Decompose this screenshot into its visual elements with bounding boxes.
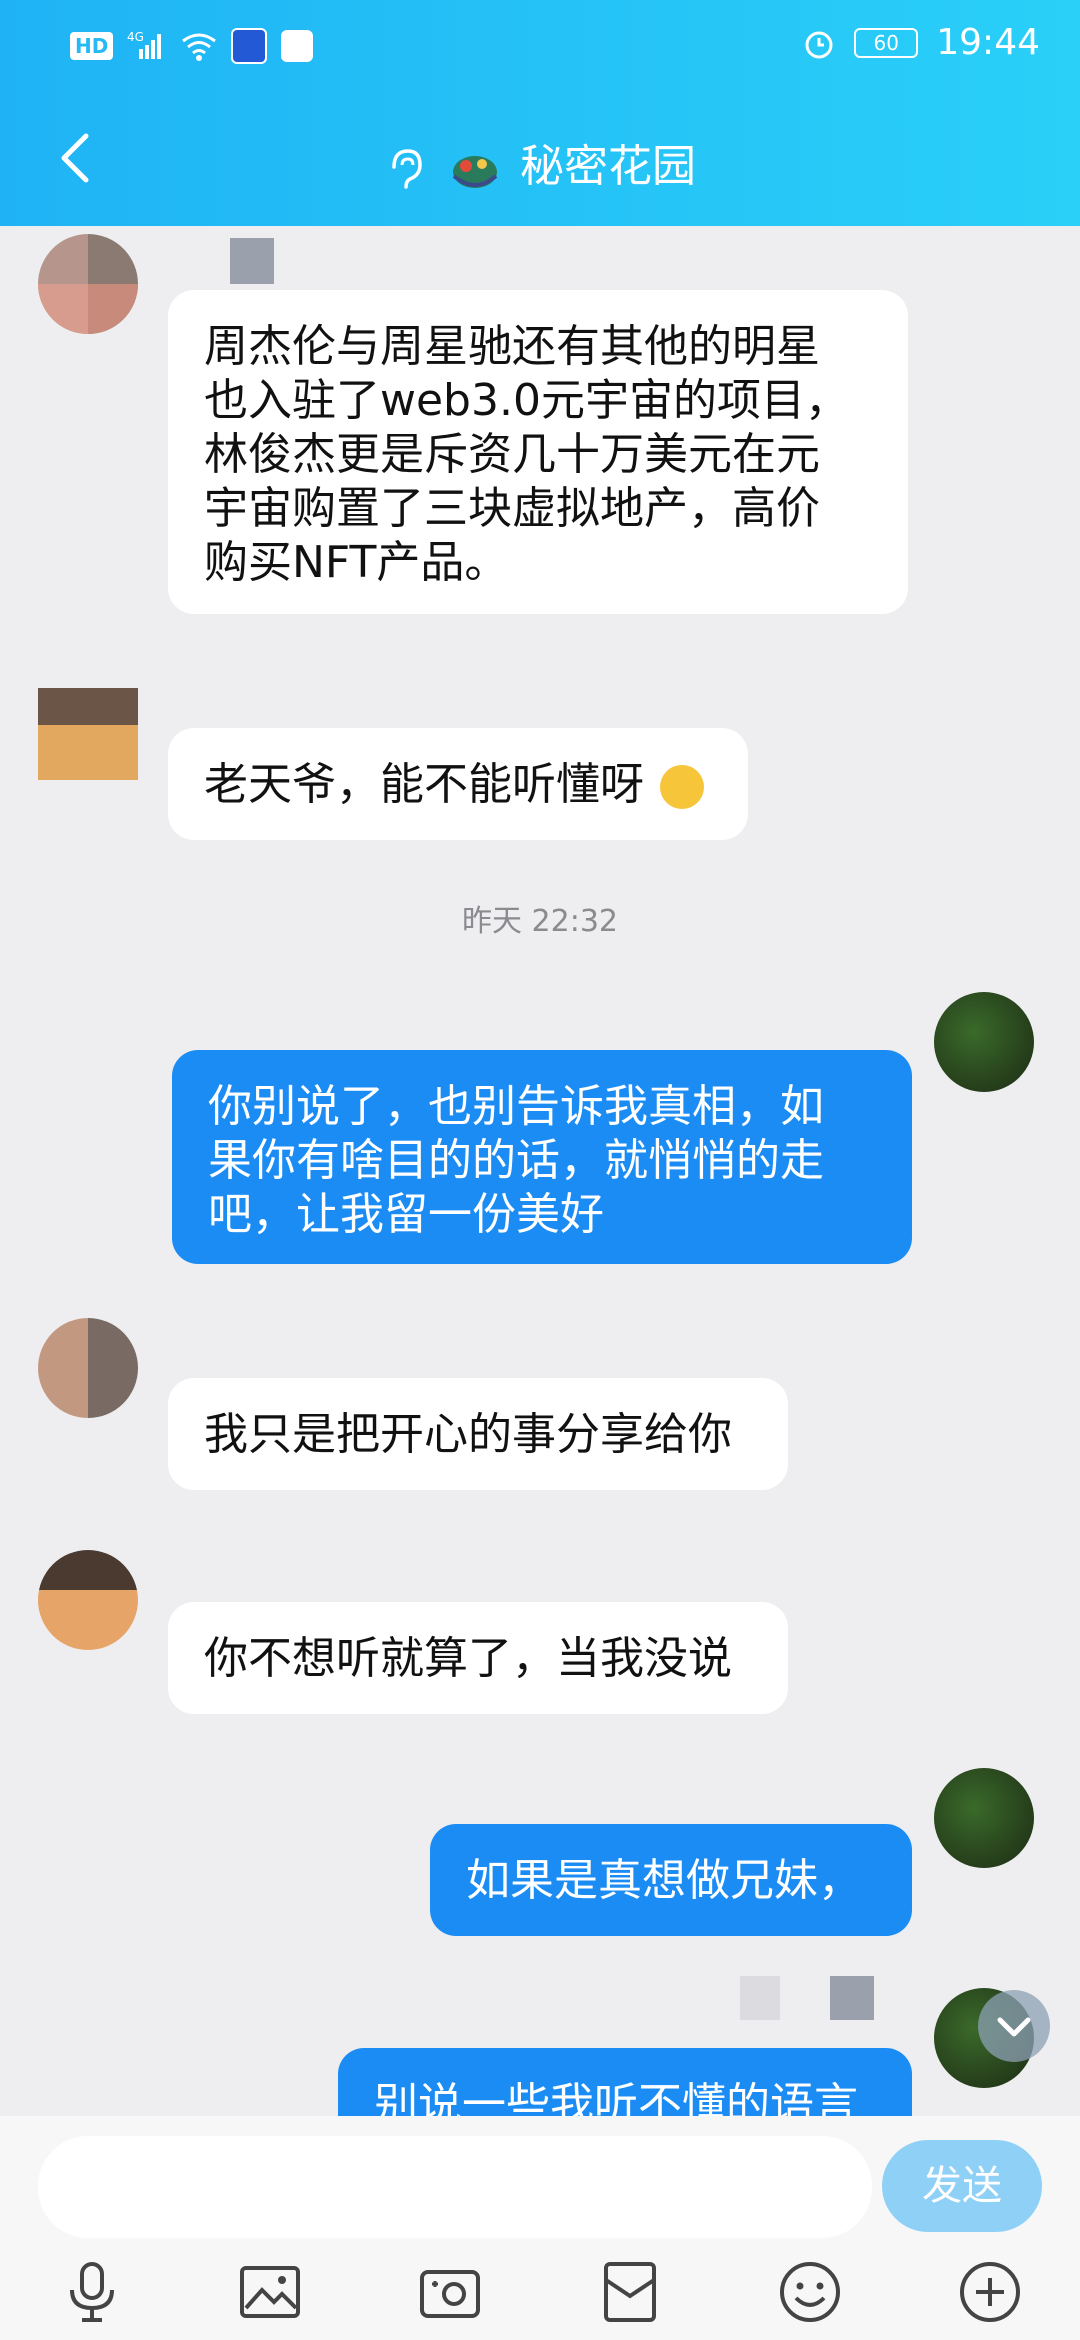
scroll-down-button[interactable] (978, 1990, 1050, 2062)
signal-icon: 4G (127, 30, 167, 61)
plus-icon[interactable] (958, 2260, 1022, 2324)
bulb-app-icon (231, 28, 268, 64)
emoji-icon[interactable] (778, 2260, 842, 2324)
avatar[interactable] (38, 1550, 138, 1650)
title-bar: 秘密花园 (0, 100, 1080, 220)
sender-nickname (740, 1976, 780, 2020)
sender-nickname (230, 238, 274, 284)
avatar[interactable] (38, 1318, 138, 1418)
message-line: 周杰伦与周星驰还有其他的明星 (204, 321, 820, 372)
ear-icon (384, 147, 424, 191)
send-button[interactable]: 发送 (882, 2140, 1042, 2232)
microphone-icon[interactable] (60, 2260, 124, 2324)
message-line: 购买NFT产品。 (204, 537, 509, 588)
my-message-bubble[interactable]: 如果是真想做兄妹， (430, 1824, 912, 1936)
timestamp-separator: 昨天 22:32 (462, 904, 618, 939)
wifi-icon (181, 31, 217, 61)
message-text: 老天爷，能不能听懂呀 (204, 759, 644, 810)
leaf-app-icon (281, 30, 314, 62)
status-left: HD 4G (70, 28, 314, 64)
avatar[interactable] (38, 234, 138, 334)
toolbar (0, 2250, 1080, 2330)
sender-nickname (830, 1976, 874, 2020)
message-bubble[interactable]: 我只是把开心的事分享给你 (168, 1378, 788, 1490)
message-line: 吧，让我留一份美好 (208, 1189, 604, 1240)
message-line: 宇宙购置了三块虚拟地产，高价 (204, 483, 820, 534)
avatar[interactable] (38, 688, 138, 780)
message-text: 我只是把开心的事分享给你 (204, 1409, 732, 1460)
my-message-bubble[interactable]: 别说一些我听不懂的语言 (338, 2048, 912, 2116)
alarm-icon (802, 26, 836, 60)
hd-badge: HD (70, 32, 114, 60)
camera-icon[interactable] (418, 2260, 482, 2324)
chat-title-wrap[interactable]: 秘密花园 (0, 130, 1080, 194)
chevron-down-icon (997, 2017, 1031, 2037)
my-message-bubble[interactable]: 你别说了，也别告诉我真相，如 果你有啥目的的话，就悄悄的走 吧，让我留一份美好 (172, 1050, 912, 1264)
grimace-emoji-icon (660, 765, 704, 809)
message-text: 你不想听就算了，当我没说 (204, 1633, 732, 1684)
clock: 19:44 (936, 22, 1040, 63)
my-avatar[interactable] (934, 1768, 1034, 1868)
chat-title: 秘密花园 (520, 141, 696, 192)
input-bar: 发送 (0, 2116, 1080, 2340)
message-text: 别说一些我听不懂的语言 (374, 2079, 858, 2116)
dragon-emoji-icon (448, 144, 502, 194)
top-header: HD 4G 60 19:44 秘密花园 (0, 0, 1080, 226)
message-bubble[interactable]: 周杰伦与周星驰还有其他的明星 也入驻了web3.0元宇宙的项目， 林俊杰更是斥资… (168, 290, 908, 614)
image-icon[interactable] (238, 2260, 302, 2324)
message-line: 林俊杰更是斥资几十万美元在元 (204, 429, 820, 480)
red-packet-icon[interactable] (598, 2260, 662, 2324)
my-avatar[interactable] (934, 992, 1034, 1092)
message-line: 果你有啥目的的话，就悄悄的走 (208, 1135, 824, 1186)
message-line: 也入驻了web3.0元宇宙的项目， (204, 375, 849, 426)
battery-icon: 60 (854, 27, 919, 58)
network-label: 4G (127, 31, 144, 44)
message-text: 如果是真想做兄妹， (466, 1855, 862, 1906)
message-line: 你别说了，也别告诉我真相，如 (208, 1081, 824, 1132)
message-bubble[interactable]: 老天爷，能不能听懂呀 (168, 728, 748, 840)
message-bubble[interactable]: 你不想听就算了，当我没说 (168, 1602, 788, 1714)
chat-list[interactable]: 周杰伦与周星驰还有其他的明星 也入驻了web3.0元宇宙的项目， 林俊杰更是斥资… (0, 226, 1080, 2116)
status-right: 60 19:44 (802, 22, 1040, 63)
message-input[interactable] (38, 2136, 872, 2238)
status-bar: HD 4G 60 19:44 (0, 0, 1080, 92)
